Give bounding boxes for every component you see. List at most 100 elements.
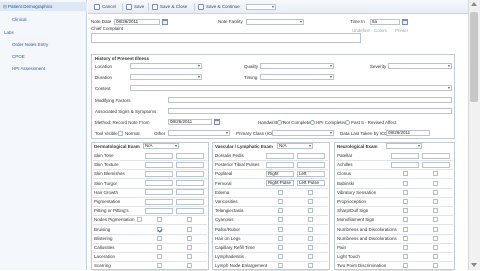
undefine-link[interactable]: Undefine <box>352 28 370 34</box>
method-date-input[interactable]: 08/26/2011 <box>168 119 212 125</box>
vascular-row-checkbox-left[interactable] <box>308 217 313 223</box>
neurological-row-checkbox-left[interactable] <box>433 245 438 250</box>
dermatological-row-input-2[interactable] <box>176 180 204 187</box>
handwritten-radio-2[interactable] <box>310 120 315 125</box>
clock-icon[interactable] <box>402 19 408 25</box>
vascular-row-input-2[interactable] <box>297 161 325 168</box>
cancel-button[interactable]: Cancel <box>94 3 116 11</box>
dermatological-row-input-1[interactable] <box>145 189 173 196</box>
context-select[interactable] <box>130 85 452 91</box>
chief-complaint-input[interactable] <box>91 33 361 43</box>
neurological-row-checkbox-left[interactable] <box>433 199 438 204</box>
sidebar-item-cpoe[interactable]: CPOE <box>0 52 87 61</box>
vascular-row-checkbox-right[interactable] <box>278 189 283 195</box>
neurological-row-checkbox-right[interactable] <box>403 263 408 269</box>
dermatological-row-checkbox-left[interactable] <box>187 226 192 232</box>
neurological-row-checkbox-left[interactable] <box>433 263 438 269</box>
time-in-input[interactable]: 8a <box>370 19 400 25</box>
save-continue-button[interactable]: Save & Continue <box>198 3 240 11</box>
neurological-row-checkbox-right[interactable] <box>403 235 408 241</box>
dermatological-row-input-2[interactable] <box>176 207 204 214</box>
vascular-row-checkbox-right[interactable] <box>278 263 283 269</box>
dermatological-row-checkbox-left[interactable] <box>187 254 192 260</box>
primary-class-select[interactable] <box>272 130 334 136</box>
neurological-row-checkbox-left[interactable] <box>433 189 438 195</box>
neurological-row-checkbox-left[interactable] <box>433 226 438 232</box>
dermatological-row-checkbox-right[interactable] <box>157 235 162 241</box>
dermatological-row-input-1[interactable] <box>145 180 173 187</box>
vascular-row-checkbox-right[interactable] <box>278 226 283 232</box>
dermatological-row-checkbox-right[interactable] <box>157 217 162 223</box>
save-button[interactable]: Save <box>126 3 144 11</box>
vascular-select[interactable]: N/A <box>277 143 313 149</box>
dermatological-select[interactable]: N/A <box>143 143 179 149</box>
timing-select[interactable] <box>260 74 334 80</box>
data-last-input[interactable]: 08/26/2011 <box>386 130 430 136</box>
vascular-row-checkbox-left[interactable] <box>308 226 313 232</box>
dermatological-row-checkbox-right[interactable] <box>157 263 162 269</box>
vascular-row-checkbox-left[interactable] <box>308 254 313 260</box>
neurological-row-checkbox-left[interactable] <box>433 217 438 223</box>
vascular-row-input-1[interactable] <box>266 152 294 159</box>
neurological-row-checkbox-right[interactable] <box>403 217 408 223</box>
vascular-row-checkbox-left[interactable] <box>308 245 313 250</box>
vascular-row-checkbox-right[interactable] <box>278 208 283 214</box>
vascular-row-value-2[interactable]: Left <box>297 170 325 177</box>
dermatological-row-checkbox-left[interactable] <box>187 245 192 250</box>
signs-input[interactable] <box>168 108 452 114</box>
vascular-row-value-1[interactable]: Right Pulse <box>266 180 294 187</box>
dermatological-row-input-2[interactable] <box>176 152 204 159</box>
dermatological-row-input-1[interactable] <box>145 198 173 205</box>
save-close-button[interactable]: Save & Close <box>152 3 187 11</box>
sidebar-section-patient-demographics[interactable]: ⊟ Patient Demographics <box>0 2 87 11</box>
neurological-row-checkbox-right[interactable] <box>403 171 408 177</box>
vascular-row-checkbox-right[interactable] <box>278 217 283 223</box>
dermatological-row-checkbox-left[interactable] <box>187 217 192 223</box>
note-facility-select[interactable] <box>246 19 304 25</box>
vascular-row-checkbox-left[interactable] <box>308 199 313 204</box>
neurological-row-checkbox-right[interactable] <box>403 245 408 250</box>
dermatological-row-input-2[interactable] <box>176 161 204 168</box>
neurological-row-checkbox-right[interactable] <box>403 226 408 232</box>
dermatological-row-checkbox-right[interactable] <box>157 245 162 250</box>
dermatological-row-checkbox-right[interactable] <box>157 254 162 260</box>
note-date-input[interactable]: 08/26/2011 <box>114 19 160 25</box>
neurological-row-input-2[interactable] <box>422 152 450 159</box>
neurological-row-checkbox-right[interactable] <box>403 189 408 195</box>
dermatological-row-input-2[interactable] <box>176 170 204 177</box>
dermatological-row-input-1[interactable] <box>145 161 173 168</box>
vascular-row-value-1[interactable]: Right <box>266 170 294 177</box>
calendar-icon[interactable] <box>214 119 220 125</box>
dermatological-row-checkbox-left[interactable] <box>187 235 192 241</box>
vascular-row-checkbox-right[interactable] <box>278 245 283 250</box>
tool-normal-checkbox[interactable] <box>118 131 123 136</box>
toolbar-dropdown[interactable] <box>246 4 276 10</box>
dermatological-row-input-1[interactable] <box>145 170 173 177</box>
duration-select[interactable] <box>130 74 202 80</box>
dermatological-row-input-1[interactable] <box>145 207 173 214</box>
vascular-row-checkbox-left[interactable] <box>308 263 313 269</box>
severity-select[interactable] <box>388 63 452 69</box>
handwritten-radio-3[interactable] <box>345 120 350 125</box>
dermatological-row-input-2[interactable] <box>176 198 204 205</box>
neurological-row-input-2[interactable] <box>422 161 450 168</box>
vascular-row-checkbox-left[interactable] <box>308 235 313 241</box>
collapse-minus-icon[interactable]: ⊟ <box>3 4 7 9</box>
handwritten-radio-1[interactable] <box>277 120 282 125</box>
vascular-row-checkbox-left[interactable] <box>308 189 313 195</box>
neurological-row-checkbox-right[interactable] <box>403 180 408 186</box>
neurological-row-checkbox-right[interactable] <box>403 208 408 214</box>
vascular-row-value-2[interactable]: Left Pulse <box>297 180 325 187</box>
colors-link[interactable]: Colors <box>374 28 387 34</box>
vascular-row-input-1[interactable] <box>266 161 294 168</box>
neurological-row-input-1[interactable] <box>391 152 419 159</box>
dermatological-row-checkbox-left[interactable] <box>187 263 192 269</box>
neurological-row-checkbox-left[interactable] <box>433 180 438 186</box>
sidebar-item-order-notes[interactable]: Order Notes Entry <box>0 40 87 49</box>
neurological-row-checkbox-left[interactable] <box>433 208 438 214</box>
vascular-row-checkbox-left[interactable] <box>308 208 313 214</box>
scrollbar-thumb[interactable] <box>470 12 478 102</box>
dermatological-row-input-1[interactable] <box>145 152 173 159</box>
dermatological-row-checkbox[interactable] <box>137 217 142 223</box>
other-select[interactable] <box>168 130 230 136</box>
